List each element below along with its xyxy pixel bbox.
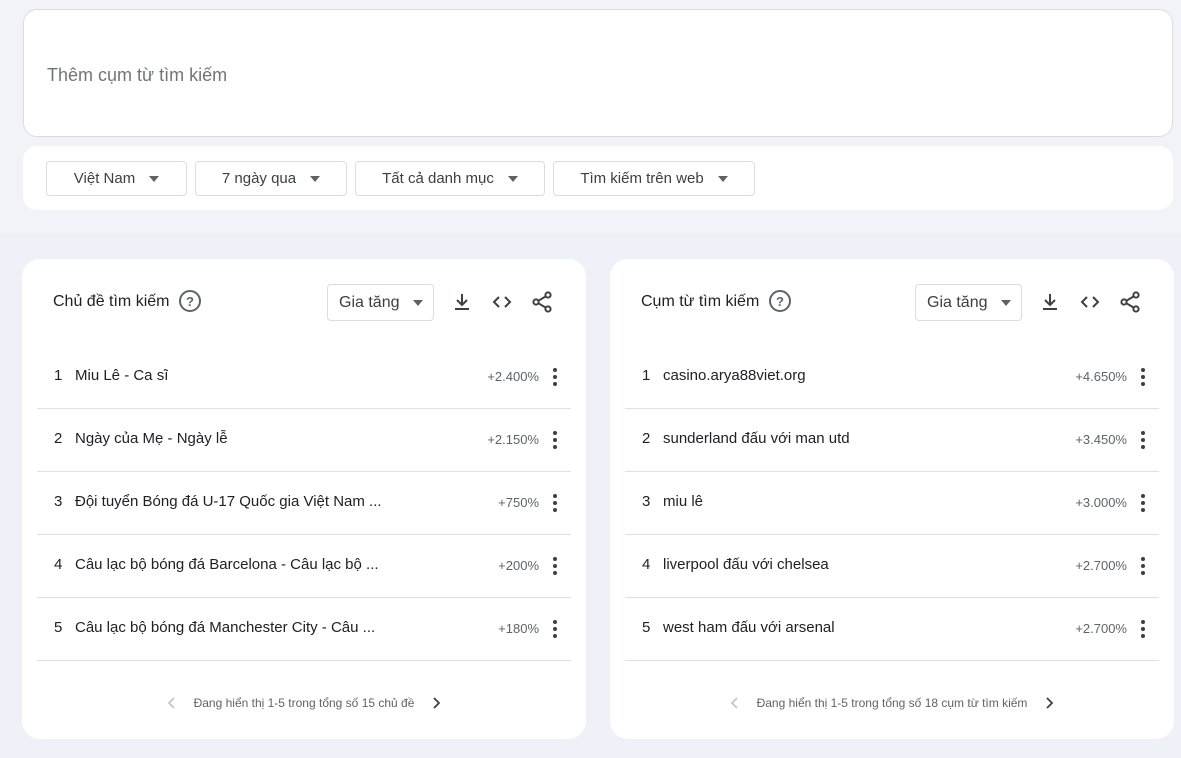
row-value: +2.150% (487, 432, 539, 447)
more-options-icon[interactable] (545, 426, 565, 454)
more-options-icon[interactable] (545, 363, 565, 391)
dropdown-arrow-icon (413, 300, 423, 306)
table-row[interactable]: 4 liverpool đấu với chelsea +2.700% (625, 535, 1159, 598)
previous-page-icon[interactable] (162, 693, 182, 713)
row-rank: 2 (54, 430, 63, 447)
panel-title: Cụm từ tìm kiếm (641, 293, 760, 310)
row-name[interactable]: Ngày của Mẹ - Ngày lễ (75, 430, 228, 447)
row-name[interactable]: Câu lạc bộ bóng đá Manchester City - Câu… (75, 619, 375, 636)
related-queries-panel: Cụm từ tìm kiếm ? Gia tăng 1 casino.arya… (610, 259, 1174, 739)
embed-code-icon[interactable] (490, 290, 514, 314)
sort-dropdown[interactable]: Gia tăng (915, 284, 1022, 321)
more-options-icon[interactable] (1133, 552, 1153, 580)
row-rank: 4 (642, 556, 651, 573)
row-rank: 5 (642, 619, 651, 636)
table-row[interactable]: 5 west ham đấu với arsenal +2.700% (625, 598, 1159, 661)
table-row[interactable]: 3 Đội tuyển Bóng đá U-17 Quốc gia Việt N… (37, 472, 571, 535)
next-page-icon[interactable] (1039, 693, 1059, 713)
region-filter-dropdown[interactable]: Việt Nam (46, 161, 187, 196)
row-rank: 3 (642, 493, 651, 510)
row-name[interactable]: sunderland đấu với man utd (663, 430, 850, 447)
share-icon[interactable] (1118, 290, 1142, 314)
table-row[interactable]: 1 Miu Lê - Ca sĩ +2.400% (37, 346, 571, 409)
next-page-icon[interactable] (426, 693, 446, 713)
table-row[interactable]: 3 miu lê +3.000% (625, 472, 1159, 535)
dropdown-arrow-icon (1001, 300, 1011, 306)
more-options-icon[interactable] (545, 489, 565, 517)
row-value: +2.700% (1075, 621, 1127, 636)
pagination-text: Đang hiển thị 1-5 trong tổng số 18 cụm t… (756, 696, 1028, 710)
previous-page-icon[interactable] (725, 693, 745, 713)
download-icon[interactable] (450, 290, 474, 314)
row-value: +200% (498, 558, 539, 573)
search-input[interactable] (47, 62, 947, 88)
more-options-icon[interactable] (1133, 426, 1153, 454)
row-value: +4.650% (1075, 369, 1127, 384)
row-name[interactable]: Miu Lê - Ca sĩ (75, 367, 168, 384)
pagination: Đang hiển thị 1-5 trong tổng số 15 chủ đ… (22, 693, 586, 713)
row-rank: 4 (54, 556, 63, 573)
download-icon[interactable] (1038, 290, 1062, 314)
filter-bar: Việt Nam 7 ngày qua Tất cả danh mục Tìm … (23, 146, 1173, 210)
row-value: +3.000% (1075, 495, 1127, 510)
row-name[interactable]: casino.arya88viet.org (663, 367, 806, 384)
pagination: Đang hiển thị 1-5 trong tổng số 18 cụm t… (610, 693, 1174, 713)
search-card (23, 9, 1173, 137)
row-value: +2.400% (487, 369, 539, 384)
time-filter-dropdown[interactable]: 7 ngày qua (195, 161, 347, 196)
category-filter-dropdown[interactable]: Tất cả danh mục (355, 161, 545, 196)
row-name[interactable]: liverpool đấu với chelsea (663, 556, 829, 573)
row-rank: 1 (642, 367, 651, 384)
table-row[interactable]: 2 sunderland đấu với man utd +3.450% (625, 409, 1159, 472)
help-icon[interactable]: ? (769, 290, 791, 312)
row-name[interactable]: Đội tuyển Bóng đá U-17 Quốc gia Việt Nam… (75, 493, 382, 510)
table-row[interactable]: 5 Câu lạc bộ bóng đá Manchester City - C… (37, 598, 571, 661)
related-topics-panel: Chủ đề tìm kiếm ? Gia tăng 1 Miu Lê - Ca… (22, 259, 586, 739)
dropdown-arrow-icon (149, 175, 160, 182)
embed-code-icon[interactable] (1078, 290, 1102, 314)
row-rank: 5 (54, 619, 63, 636)
row-value: +750% (498, 495, 539, 510)
row-rank: 3 (54, 493, 63, 510)
more-options-icon[interactable] (1133, 615, 1153, 643)
panel-title: Chủ đề tìm kiếm (53, 293, 170, 310)
share-icon[interactable] (530, 290, 554, 314)
row-name[interactable]: Câu lạc bộ bóng đá Barcelona - Câu lạc b… (75, 556, 379, 573)
row-value: +2.700% (1075, 558, 1127, 573)
more-options-icon[interactable] (1133, 489, 1153, 517)
sort-label: Gia tăng (339, 293, 400, 311)
row-rank: 1 (54, 367, 63, 384)
sort-dropdown[interactable]: Gia tăng (327, 284, 434, 321)
more-options-icon[interactable] (545, 615, 565, 643)
dropdown-arrow-icon (507, 175, 518, 182)
pagination-text: Đang hiển thị 1-5 trong tổng số 15 chủ đ… (193, 696, 415, 710)
more-options-icon[interactable] (1133, 363, 1153, 391)
row-rank: 2 (642, 430, 651, 447)
row-name[interactable]: west ham đấu với arsenal (663, 619, 835, 636)
table-row[interactable]: 2 Ngày của Mẹ - Ngày lễ +2.150% (37, 409, 571, 472)
dropdown-arrow-icon (717, 175, 728, 182)
dropdown-arrow-icon (310, 175, 321, 182)
help-icon[interactable]: ? (179, 290, 201, 312)
row-value: +180% (498, 621, 539, 636)
table-row[interactable]: 1 casino.arya88viet.org +4.650% (625, 346, 1159, 409)
row-value: +3.450% (1075, 432, 1127, 447)
search-type-filter-label: Tìm kiếm trên web (580, 170, 704, 187)
more-options-icon[interactable] (545, 552, 565, 580)
category-filter-label: Tất cả danh mục (382, 170, 494, 187)
table-row[interactable]: 4 Câu lạc bộ bóng đá Barcelona - Câu lạc… (37, 535, 571, 598)
search-type-filter-dropdown[interactable]: Tìm kiếm trên web (553, 161, 755, 196)
time-filter-label: 7 ngày qua (221, 170, 297, 187)
row-name[interactable]: miu lê (663, 493, 703, 510)
region-filter-label: Việt Nam (73, 170, 136, 187)
sort-label: Gia tăng (927, 293, 988, 311)
